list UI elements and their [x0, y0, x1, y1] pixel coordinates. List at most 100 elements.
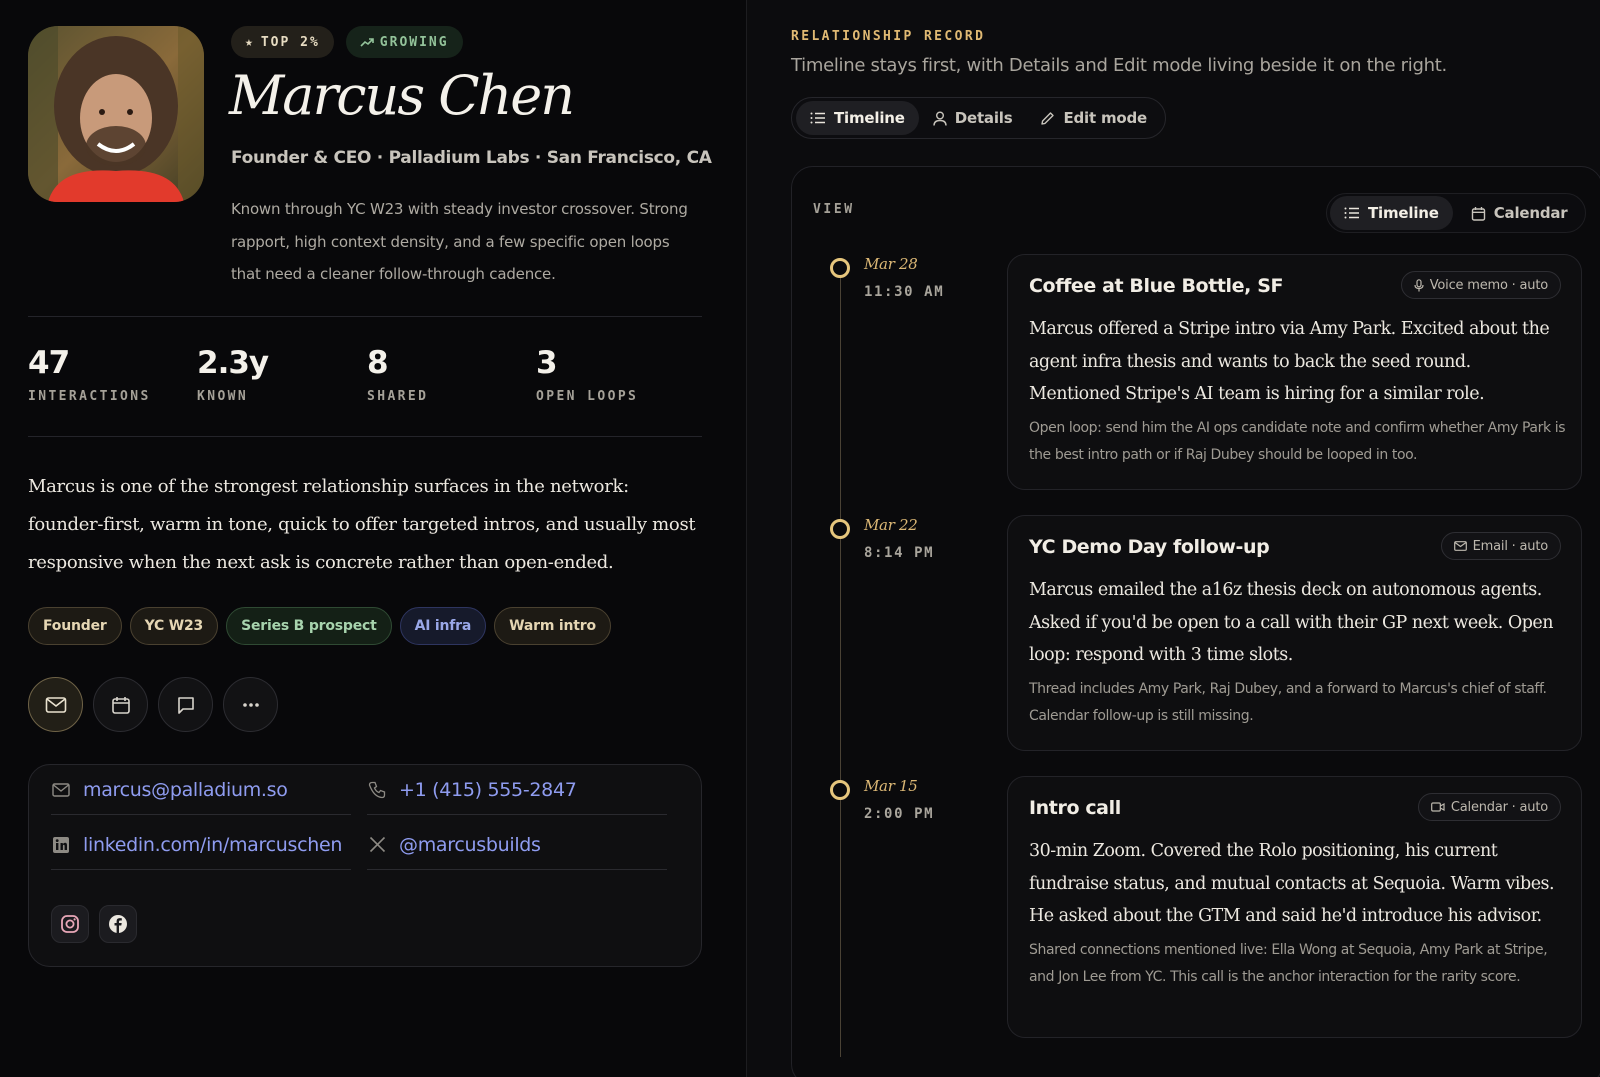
tag-series-b-prospect[interactable]: Series B prospect — [226, 607, 392, 645]
contact-name: Marcus Chen — [229, 64, 575, 127]
more-button[interactable] — [223, 677, 278, 732]
mail-icon — [1453, 541, 1467, 551]
top-badge-label: TOP 2% — [260, 34, 320, 50]
instagram-button[interactable] — [51, 905, 89, 943]
entry-date: Mar 22 — [864, 516, 918, 534]
x-link[interactable]: @marcusbuilds — [399, 834, 541, 856]
linkedin-row[interactable]: linkedin.com/in/marcuschen — [51, 820, 351, 870]
entry-title: Intro call — [1029, 797, 1121, 819]
stat-value: 3 — [536, 345, 558, 381]
entry-body: Marcus emailed the a16z thesis deck on a… — [1029, 580, 1554, 665]
stat-known: 2.3y KNOWN — [197, 345, 269, 404]
tab-details[interactable]: Details — [919, 101, 1027, 135]
stat-value: 47 — [28, 345, 70, 381]
top-badge: ★ TOP 2% — [231, 26, 334, 58]
record-tabs: Timeline Details Edit mode — [791, 97, 1167, 139]
facebook-button[interactable] — [99, 905, 137, 943]
list-icon — [810, 112, 825, 124]
view-option-label: Timeline — [1368, 204, 1439, 222]
stats-row: 47 INTERACTIONS 2.3y KNOWN 8 SHARED 3 OP… — [28, 345, 702, 415]
divider — [28, 436, 702, 437]
entry-note: Thread includes Amy Park, Raj Dubey, and… — [1029, 681, 1547, 724]
chat-icon — [177, 696, 194, 714]
timeline-dot — [830, 258, 850, 278]
tag-ai-infra[interactable]: AI infra — [399, 607, 487, 645]
stat-open-loops: 3 OPEN LOOPS — [536, 345, 638, 404]
tab-label: Edit mode — [1063, 109, 1148, 127]
instagram-icon — [61, 915, 79, 933]
microphone-icon — [1414, 278, 1424, 291]
phone-link[interactable]: +1 (415) 555-2847 — [399, 779, 577, 801]
relationship-summary: Marcus is one of the strongest relations… — [28, 476, 696, 573]
phone-icon — [367, 781, 387, 799]
facebook-icon — [109, 915, 127, 933]
entry-body: 30-min Zoom. Covered the Rolo positionin… — [1029, 841, 1555, 926]
entry-time: 2:00 PM — [864, 806, 935, 822]
avatar — [28, 26, 204, 202]
stat-value: 8 — [367, 345, 389, 381]
tag-list: Founder YC W23 Series B prospect AI infr… — [28, 607, 611, 645]
tag-founder[interactable]: Founder — [28, 607, 122, 645]
source-chip-label: Voice memo · auto — [1429, 277, 1548, 293]
source-chip: Email · auto — [1440, 532, 1561, 560]
profile-panel: ★ TOP 2% GROWING Marcus Chen Founder & C… — [0, 0, 746, 1077]
entry-time: 11:30 AM — [864, 284, 945, 300]
section-title: RELATIONSHIP RECORD — [791, 29, 986, 44]
user-icon — [933, 111, 947, 126]
stat-label: KNOWN — [197, 389, 249, 404]
calendar-icon — [111, 696, 130, 714]
email-row[interactable]: marcus@palladium.so — [51, 765, 351, 815]
tag-warm-intro[interactable]: Warm intro — [494, 607, 611, 645]
email-link[interactable]: marcus@palladium.so — [83, 779, 288, 801]
contact-card: marcus@palladium.so +1 (415) 555-2847 li… — [28, 764, 702, 967]
view-toggle: Timeline Calendar — [1326, 193, 1586, 233]
stat-value: 2.3y — [197, 345, 269, 381]
stat-shared: 8 SHARED — [367, 345, 428, 404]
entry-body: Marcus offered a Stripe intro via Amy Pa… — [1029, 319, 1550, 404]
timeline-panel: VIEW Timeline Calendar Mar 28 11:30 AM C… — [791, 166, 1600, 1077]
stat-label: INTERACTIONS — [28, 389, 151, 404]
stat-interactions: 47 INTERACTIONS — [28, 345, 151, 404]
entry-title: Coffee at Blue Bottle, SF — [1029, 275, 1284, 297]
view-calendar[interactable]: Calendar — [1457, 196, 1582, 230]
timeline-entry[interactable]: Coffee at Blue Bottle, SF Voice memo · a… — [1007, 254, 1582, 490]
list-icon — [1344, 207, 1359, 219]
section-subtitle: Timeline stays first, with Details and E… — [791, 55, 1447, 76]
view-timeline[interactable]: Timeline — [1330, 196, 1453, 230]
tab-edit-mode[interactable]: Edit mode — [1026, 101, 1161, 135]
schedule-button[interactable] — [93, 677, 148, 732]
message-button[interactable] — [158, 677, 213, 732]
contact-blurb: Known through YC W23 with steady investo… — [231, 200, 688, 283]
entry-time: 8:14 PM — [864, 545, 935, 561]
source-chip: Calendar · auto — [1417, 793, 1561, 821]
entry-title: YC Demo Day follow-up — [1029, 536, 1270, 558]
timeline-line — [840, 277, 841, 1057]
stat-label: SHARED — [367, 389, 429, 404]
tab-timeline[interactable]: Timeline — [796, 101, 919, 135]
phone-row[interactable]: +1 (415) 555-2847 — [367, 765, 667, 815]
timeline-entry[interactable]: YC Demo Day follow-up Email · auto Marcu… — [1007, 515, 1582, 751]
contact-role: Founder & CEO · Palladium Labs · San Fra… — [231, 148, 712, 168]
action-buttons — [28, 677, 278, 732]
more-icon — [242, 702, 259, 707]
growing-badge-label: GROWING — [379, 34, 449, 50]
view-option-label: Calendar — [1493, 204, 1568, 222]
email-button[interactable] — [28, 677, 83, 732]
mail-icon — [45, 696, 66, 713]
tab-label: Details — [954, 109, 1013, 127]
pencil-icon — [1041, 111, 1055, 125]
linkedin-link[interactable]: linkedin.com/in/marcuschen — [83, 834, 342, 856]
source-chip: Voice memo · auto — [1400, 271, 1561, 299]
entry-note: Open loop: send him the AI ops candidate… — [1029, 420, 1566, 463]
view-label: VIEW — [813, 202, 855, 217]
star-icon: ★ — [245, 34, 255, 50]
divider — [28, 316, 702, 317]
timeline-entry[interactable]: Intro call Calendar · auto 30-min Zoom. … — [1007, 776, 1582, 1038]
x-row[interactable]: @marcusbuilds — [367, 820, 667, 870]
entry-note: Shared connections mentioned live: Ella … — [1029, 942, 1548, 985]
video-icon — [1430, 802, 1445, 812]
trend-up-icon — [360, 38, 374, 47]
calendar-icon — [1471, 206, 1485, 221]
tab-label: Timeline — [834, 109, 905, 127]
tag-yc-w23[interactable]: YC W23 — [129, 607, 219, 645]
